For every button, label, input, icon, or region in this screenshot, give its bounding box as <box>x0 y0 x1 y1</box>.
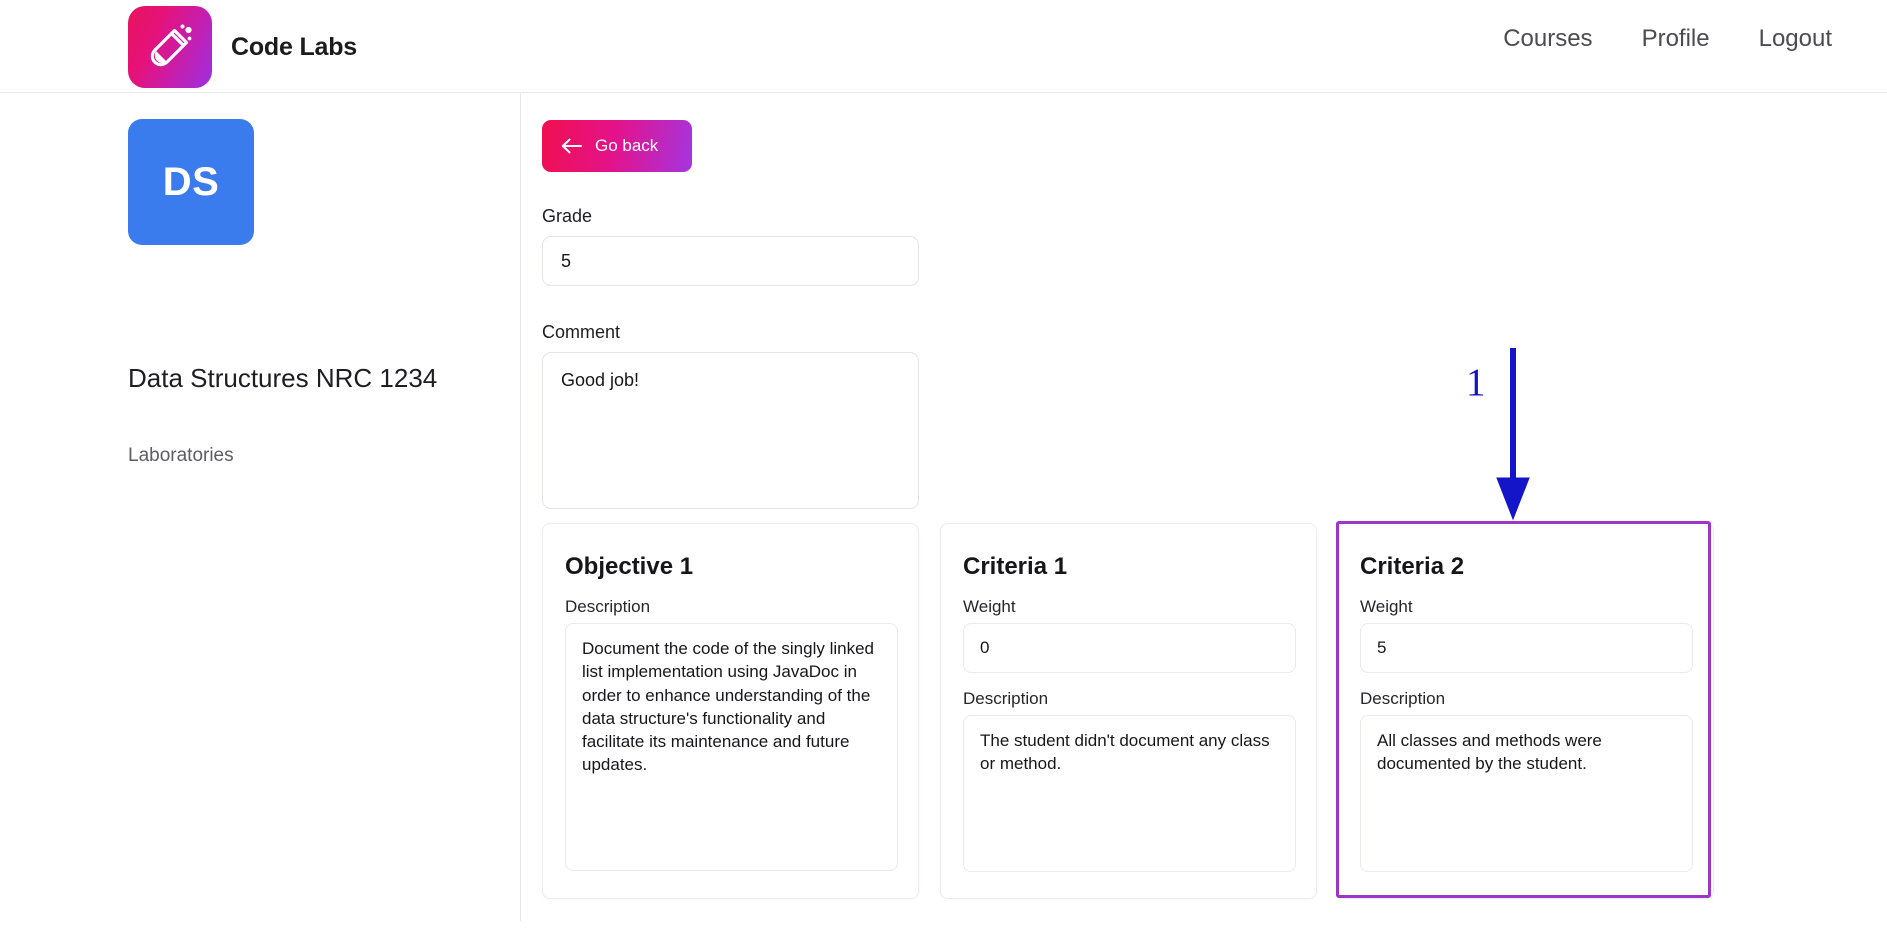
criteria-card-1: Criteria 1 Weight 0 Description The stud… <box>940 523 1317 899</box>
criteria-card-2: Criteria 2 Weight 5 Description All clas… <box>1337 523 1714 899</box>
nav-item-courses[interactable]: Courses <box>1503 25 1592 53</box>
criteria-1-title: Criteria 1 <box>963 553 1068 580</box>
criteria-2-weight-input[interactable]: 5 <box>1360 623 1693 673</box>
main-nav: Courses Profile Logout <box>1503 25 1832 53</box>
app-header: Code Labs Courses Profile Logout <box>0 0 1887 93</box>
app-root: Code Labs Courses Profile Logout DS Data… <box>0 0 1887 934</box>
objective-description-input[interactable]: Document the code of the singly linked l… <box>565 623 898 871</box>
course-title: Data Structures NRC 1234 <box>128 363 438 393</box>
criteria-2-description-input[interactable]: All classes and methods were documented … <box>1360 715 1693 872</box>
criteria-2-title: Criteria 2 <box>1360 553 1465 580</box>
go-back-label: Go back <box>595 136 659 155</box>
arrow-left-icon <box>561 138 583 154</box>
grade-label: Grade <box>542 206 593 226</box>
course-avatar: DS <box>128 119 254 245</box>
objective-description-label: Description <box>565 597 651 616</box>
app-logo <box>128 6 212 88</box>
course-sidebar: DS Data Structures NRC 1234 Laboratories <box>0 93 521 921</box>
sidebar-item-laboratories[interactable]: Laboratories <box>128 445 234 467</box>
criteria-2-description-label: Description <box>1360 689 1446 708</box>
criteria-1-description-input[interactable]: The student didn't document any class or… <box>963 715 1296 872</box>
criteria-1-description-label: Description <box>963 689 1049 708</box>
objective-card-title: Objective 1 <box>565 553 694 580</box>
comment-label: Comment <box>542 322 621 342</box>
grade-input[interactable]: 5 <box>542 236 919 286</box>
comment-input[interactable]: Good job! <box>542 352 919 509</box>
brand[interactable]: Code Labs <box>128 6 357 88</box>
criteria-2-weight-label: Weight <box>1360 597 1413 616</box>
criteria-1-weight-input[interactable]: 0 <box>963 623 1296 673</box>
main-content: Go back Grade 5 Comment Good job! Object… <box>522 93 1887 934</box>
go-back-button[interactable]: Go back <box>542 120 692 172</box>
nav-item-logout[interactable]: Logout <box>1759 25 1832 53</box>
nav-item-profile[interactable]: Profile <box>1642 25 1710 53</box>
objective-card: Objective 1 Description Document the cod… <box>542 523 919 899</box>
brand-name: Code Labs <box>231 32 357 61</box>
test-tube-icon <box>144 21 196 73</box>
criteria-1-weight-label: Weight <box>963 597 1016 616</box>
